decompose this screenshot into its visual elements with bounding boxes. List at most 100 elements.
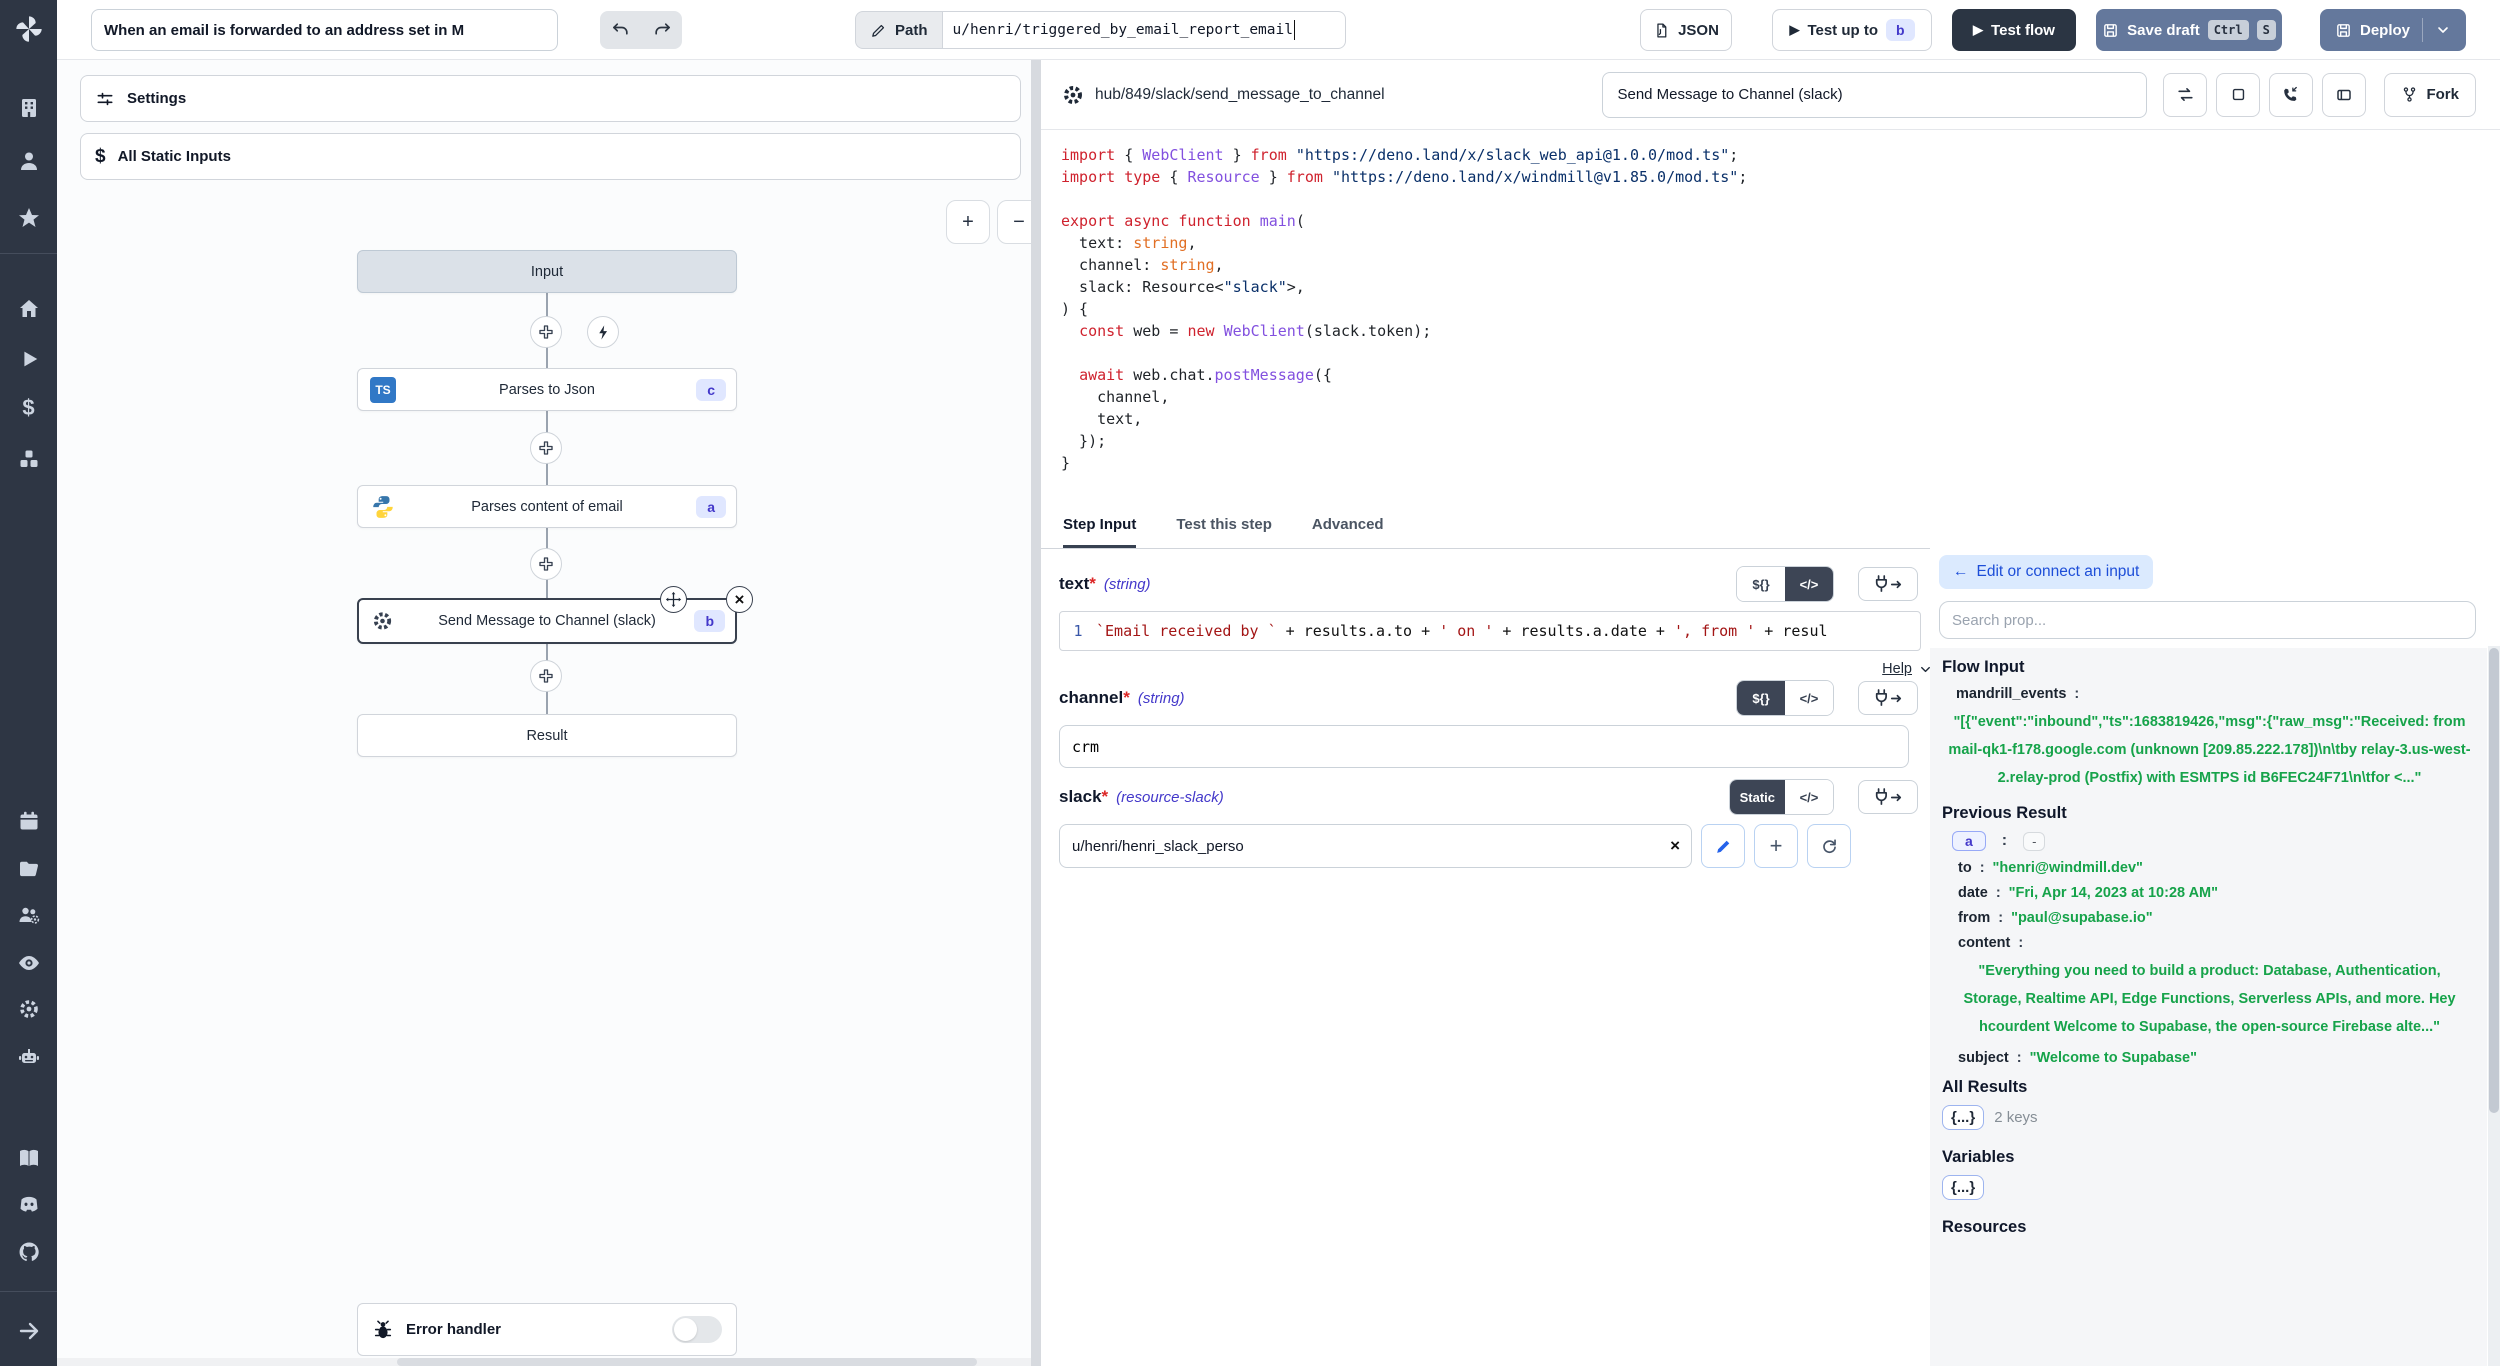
groups-users-icon[interactable]: [16, 902, 42, 928]
code-editor[interactable]: import { WebClient } from "https://deno.…: [1041, 130, 2500, 503]
error-handler-toggle[interactable]: [672, 1316, 722, 1343]
scrollbar-thumb[interactable]: [397, 1358, 977, 1366]
path-button[interactable]: Path: [855, 11, 942, 49]
zoom-in-button[interactable]: +: [946, 200, 990, 244]
discord-icon[interactable]: [16, 1191, 42, 1217]
result-field-value-block: "Everything you need to build a product:…: [1942, 957, 2477, 1041]
reload-arrows-button[interactable]: [2163, 73, 2207, 117]
slack-resource-input[interactable]: [1059, 824, 1692, 868]
result-field-row[interactable]: to:"henri@windmill.dev": [1942, 860, 2477, 876]
connect-plug-button[interactable]: [1858, 681, 1918, 715]
docs-book-icon[interactable]: [16, 1145, 42, 1171]
runs-play-icon[interactable]: [16, 346, 42, 372]
result-field-row[interactable]: subject:"Welcome to Supabase": [1942, 1050, 2477, 1066]
result-field-row[interactable]: from:"paul@supabase.io": [1942, 910, 2477, 926]
tab-test-this-step[interactable]: Test this step: [1176, 503, 1272, 548]
variables-dollar-icon[interactable]: $: [16, 395, 42, 421]
tab-advanced[interactable]: Advanced: [1312, 503, 1384, 548]
schedules-calendar-icon[interactable]: [16, 808, 42, 834]
worker-robot-icon[interactable]: [16, 1044, 42, 1070]
folders-icon[interactable]: [16, 856, 42, 882]
chevron-down-icon[interactable]: [2435, 22, 2451, 38]
fork-button[interactable]: Fork: [2384, 73, 2476, 117]
test-flow-button[interactable]: ▶ Test flow: [1952, 9, 2076, 51]
clear-icon[interactable]: ×: [1670, 836, 1680, 856]
connect-plug-button[interactable]: [1858, 567, 1918, 601]
flow-input-value[interactable]: "[{"event":"inbound","ts":1683819426,"ms…: [1942, 708, 2477, 792]
favorites-star-icon[interactable]: [16, 205, 42, 231]
tab-step-input[interactable]: Step Input: [1063, 503, 1136, 548]
connect-plug-button[interactable]: [1858, 780, 1918, 814]
phone-call-button[interactable]: [2269, 73, 2313, 117]
flow-node-parses-content[interactable]: Parses content of email a: [357, 485, 737, 528]
resources-boxes-icon[interactable]: [16, 446, 42, 472]
trigger-bolt-button[interactable]: [587, 316, 619, 348]
github-icon[interactable]: [16, 1239, 42, 1265]
vertical-scrollbar[interactable]: [2488, 646, 2500, 1366]
result-field-row[interactable]: date:"Fri, Apr 14, 2023 at 10:28 AM": [1942, 885, 2477, 901]
home-icon[interactable]: [16, 296, 42, 322]
move-node-handle[interactable]: [660, 586, 687, 613]
test-up-to-button[interactable]: ▶ Test up to b: [1772, 9, 1932, 51]
all-static-inputs-button[interactable]: $ All Static Inputs: [80, 133, 1021, 180]
undo-icon[interactable]: [611, 20, 631, 40]
refresh-resource-button[interactable]: [1807, 824, 1851, 868]
result-field-row[interactable]: content:: [1942, 935, 2477, 951]
text-field-header: text* (string) ${} </>: [1059, 565, 1930, 603]
add-step-button[interactable]: [530, 548, 562, 580]
template-mode-button[interactable]: ${}: [1737, 567, 1785, 601]
step-name-input[interactable]: [1602, 72, 2147, 118]
template-mode-button[interactable]: ${}: [1737, 681, 1785, 715]
code-line: }: [1061, 452, 2500, 474]
add-resource-button[interactable]: +: [1754, 824, 1798, 868]
typescript-icon: TS: [370, 377, 396, 403]
edit-or-connect-button[interactable]: ← Edit or connect an input: [1939, 555, 2153, 589]
bug-icon: [372, 1319, 394, 1341]
settings-gear-icon[interactable]: [16, 996, 42, 1022]
hub-script-path[interactable]: hub/849/slack/send_message_to_channel: [1095, 86, 1385, 104]
add-step-button[interactable]: [530, 432, 562, 464]
flow-node-input[interactable]: Input: [357, 250, 737, 293]
flow-node-send-message[interactable]: Send Message to Channel (slack) b ×: [357, 598, 737, 644]
help-link[interactable]: Help: [1882, 661, 1912, 677]
add-step-button[interactable]: [530, 660, 562, 692]
code-mode-button[interactable]: </>: [1785, 681, 1833, 715]
windmill-logo-icon[interactable]: [12, 12, 46, 46]
save-draft-button[interactable]: Save draft Ctrl S: [2096, 9, 2282, 51]
flow-node-parses-to-json[interactable]: TS Parses to Json c: [357, 368, 737, 411]
edit-resource-button[interactable]: [1701, 824, 1745, 868]
scrollbar-thumb[interactable]: [2489, 648, 2499, 1113]
flow-node-result[interactable]: Result: [357, 714, 737, 757]
code-line: text: string,: [1061, 232, 2500, 254]
deploy-button[interactable]: Deploy: [2320, 9, 2466, 51]
horizontal-scrollbar[interactable]: [57, 1358, 1031, 1366]
code-mode-button[interactable]: </>: [1785, 567, 1833, 601]
expand-arrow-right-icon[interactable]: [16, 1318, 42, 1344]
field-type-slack: (resource-slack): [1116, 789, 1224, 806]
props-scroll-area[interactable]: Flow Input mandrill_events : "[{"event":…: [1930, 648, 2487, 1366]
stop-square-button[interactable]: [2216, 73, 2260, 117]
search-prop-input[interactable]: [1939, 601, 2476, 639]
error-handler-node[interactable]: Error handler: [357, 1303, 737, 1356]
add-step-button[interactable]: [530, 316, 562, 348]
flow-title-input[interactable]: [91, 9, 558, 51]
workspace-building-icon[interactable]: [16, 95, 42, 121]
user-icon[interactable]: [16, 148, 42, 174]
code-mode-button[interactable]: </>: [1785, 780, 1833, 814]
redo-icon[interactable]: [652, 20, 672, 40]
text-expression-editor[interactable]: 1 `Email received by ` + results.a.to + …: [1059, 611, 1921, 651]
delete-node-button[interactable]: ×: [726, 586, 753, 613]
static-mode-button[interactable]: Static: [1730, 780, 1785, 814]
side-panel-button[interactable]: [2322, 73, 2366, 117]
path-value-input[interactable]: u/henri/triggered_by_email_report_email: [942, 11, 1346, 49]
flow-input-key-row[interactable]: mandrill_events :: [1942, 686, 2477, 702]
result-key-badge-a[interactable]: a: [1952, 831, 1986, 851]
channel-value-input[interactable]: [1059, 725, 1909, 768]
json-button[interactable]: JSON: [1640, 9, 1732, 51]
object-braces-badge[interactable]: {...}: [1942, 1105, 1984, 1130]
flow-settings-button[interactable]: Settings: [80, 75, 1021, 122]
object-braces-badge[interactable]: {...}: [1942, 1175, 1984, 1200]
panel-resize-divider[interactable]: [1031, 60, 1041, 1366]
collapse-badge[interactable]: -: [2023, 832, 2045, 851]
audit-eye-icon[interactable]: [16, 950, 42, 976]
